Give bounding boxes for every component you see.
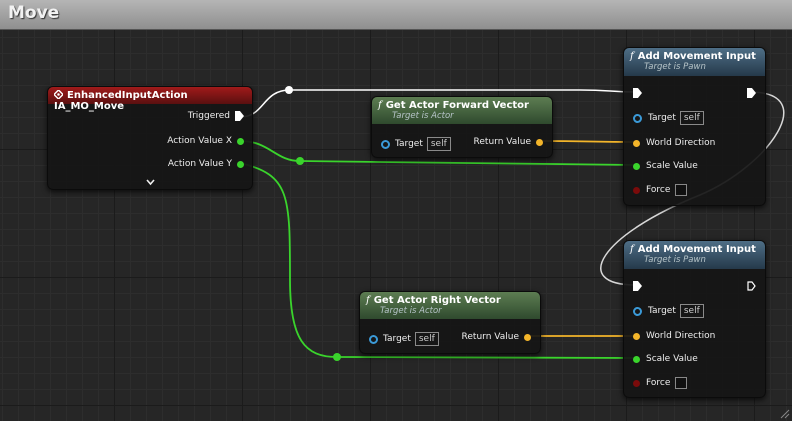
forward-node-header[interactable]: f Get Actor Forward Vector Target is Acto…	[372, 97, 552, 124]
pin-action-value-y-label: Action Value Y	[167, 159, 232, 169]
world-direction-label: World Direction	[646, 138, 716, 148]
resize-grip-icon[interactable]	[778, 407, 790, 419]
object-pin-icon[interactable]	[381, 139, 390, 149]
movement-node-title: Add Movement Input	[637, 244, 756, 255]
graph-canvas[interactable]: Move EnhancedInputAction IA_MO_Move Trig…	[0, 0, 792, 421]
bool-pin-icon[interactable]	[633, 186, 640, 194]
right-node-title: Get Actor Right Vector	[373, 295, 501, 306]
object-pin-icon[interactable]	[633, 306, 642, 316]
right-target-pin[interactable]: Target self	[369, 332, 439, 346]
input-node-header[interactable]: EnhancedInputAction IA_MO_Move	[48, 87, 252, 112]
movement-node-header[interactable]: f Add Movement Input Target is Pawn	[624, 241, 765, 269]
forward-target-label: Target	[395, 139, 423, 149]
movement-target-field[interactable]: self	[679, 111, 704, 125]
right-return-label: Return Value	[461, 332, 519, 342]
right-node-subtitle: Target is Actor	[380, 306, 442, 316]
exec-in-pin-icon[interactable]	[633, 281, 642, 291]
float-wire-y-knot[interactable]	[333, 353, 341, 361]
forward-target-field[interactable]: self	[426, 137, 451, 151]
exec-wire-knot[interactable]	[285, 86, 293, 94]
enhanced-input-action-node[interactable]: EnhancedInputAction IA_MO_Move Triggered…	[47, 86, 253, 190]
float-pin-icon[interactable]	[237, 137, 244, 145]
vector-pin-icon[interactable]	[633, 139, 640, 147]
right-node-header[interactable]: f Get Actor Right Vector Target is Actor	[360, 292, 540, 319]
forward-return-pin[interactable]: Return Value	[474, 137, 543, 147]
force-checkbox[interactable]	[675, 184, 688, 196]
object-pin-icon[interactable]	[633, 113, 642, 123]
input-node-title: EnhancedInputAction IA_MO_Move	[54, 90, 188, 112]
force-checkbox[interactable]	[675, 377, 688, 389]
float-pin-icon[interactable]	[633, 162, 640, 170]
movement-target-label: Target	[648, 113, 676, 123]
movement-node-subtitle: Target is Pawn	[644, 62, 706, 72]
force-pin[interactable]: Force	[633, 184, 688, 196]
get-actor-forward-vector-node[interactable]: f Get Actor Forward Vector Target is Acto…	[371, 96, 553, 158]
exec-out-pin-hollow-icon[interactable]	[747, 281, 756, 291]
exec-out-pin-icon[interactable]	[235, 111, 244, 121]
movement-node-title: Add Movement Input	[637, 51, 756, 62]
function-icon: f	[366, 295, 370, 306]
world-direction-pin[interactable]: World Direction	[633, 138, 715, 148]
right-target-label: Target	[383, 334, 411, 344]
right-target-field[interactable]: self	[414, 332, 439, 346]
graph-title: Move	[8, 3, 60, 23]
bool-pin-icon[interactable]	[633, 379, 640, 387]
function-icon: f	[630, 51, 634, 62]
pin-action-value-y[interactable]: Action Value Y	[168, 159, 244, 169]
function-icon: f	[378, 100, 382, 111]
scale-value-pin[interactable]: Scale Value	[633, 354, 698, 364]
pin-action-value-x-label: Action Value X	[167, 136, 232, 146]
event-diamond-icon	[54, 90, 63, 99]
vector-pin-icon[interactable]	[536, 138, 543, 146]
scale-value-pin[interactable]: Scale Value	[633, 161, 698, 171]
force-label: Force	[646, 185, 671, 195]
float-pin-icon[interactable]	[237, 160, 244, 168]
get-actor-right-vector-node[interactable]: f Get Actor Right Vector Target is Actor …	[359, 291, 541, 354]
movement-target-label: Target	[648, 306, 676, 316]
forward-node-subtitle: Target is Actor	[392, 111, 454, 121]
vector-wire-forward[interactable]	[539, 140, 637, 143]
movement-target-field[interactable]: self	[679, 304, 704, 318]
expand-chevron-icon[interactable]	[146, 179, 155, 186]
float-wire-x-knot[interactable]	[296, 157, 304, 165]
world-direction-pin[interactable]: World Direction	[633, 331, 715, 341]
movement-target-pin[interactable]: Target self	[633, 111, 704, 125]
forward-return-label: Return Value	[473, 137, 531, 147]
movement-node-header[interactable]: f Add Movement Input Target is Pawn	[624, 48, 765, 76]
float-pin-icon[interactable]	[633, 355, 640, 363]
object-pin-icon[interactable]	[369, 334, 378, 344]
movement-target-pin[interactable]: Target self	[633, 304, 704, 318]
forward-target-pin[interactable]: Target self	[381, 137, 451, 151]
pin-action-value-x[interactable]: Action Value X	[167, 136, 244, 146]
graph-title-bar: Move	[0, 0, 792, 30]
scale-value-label: Scale Value	[646, 161, 698, 171]
force-pin[interactable]: Force	[633, 377, 688, 389]
right-return-pin[interactable]: Return Value	[462, 332, 531, 342]
scale-value-label: Scale Value	[646, 354, 698, 364]
exec-in-pin-icon[interactable]	[633, 88, 642, 98]
movement-node-subtitle: Target is Pawn	[644, 255, 706, 265]
add-movement-input-node[interactable]: f Add Movement Input Target is Pawn Targe…	[623, 240, 766, 398]
force-label: Force	[646, 378, 671, 388]
pin-triggered[interactable]: Triggered	[188, 111, 244, 121]
vector-pin-icon[interactable]	[524, 333, 531, 341]
forward-node-title: Get Actor Forward Vector	[385, 100, 529, 111]
world-direction-label: World Direction	[646, 331, 716, 341]
add-movement-input-node[interactable]: f Add Movement Input Target is Pawn Targe…	[623, 47, 766, 206]
function-icon: f	[630, 244, 634, 255]
vector-pin-icon[interactable]	[633, 332, 640, 340]
pin-triggered-label: Triggered	[187, 111, 230, 121]
exec-out-pin-icon[interactable]	[747, 88, 756, 98]
